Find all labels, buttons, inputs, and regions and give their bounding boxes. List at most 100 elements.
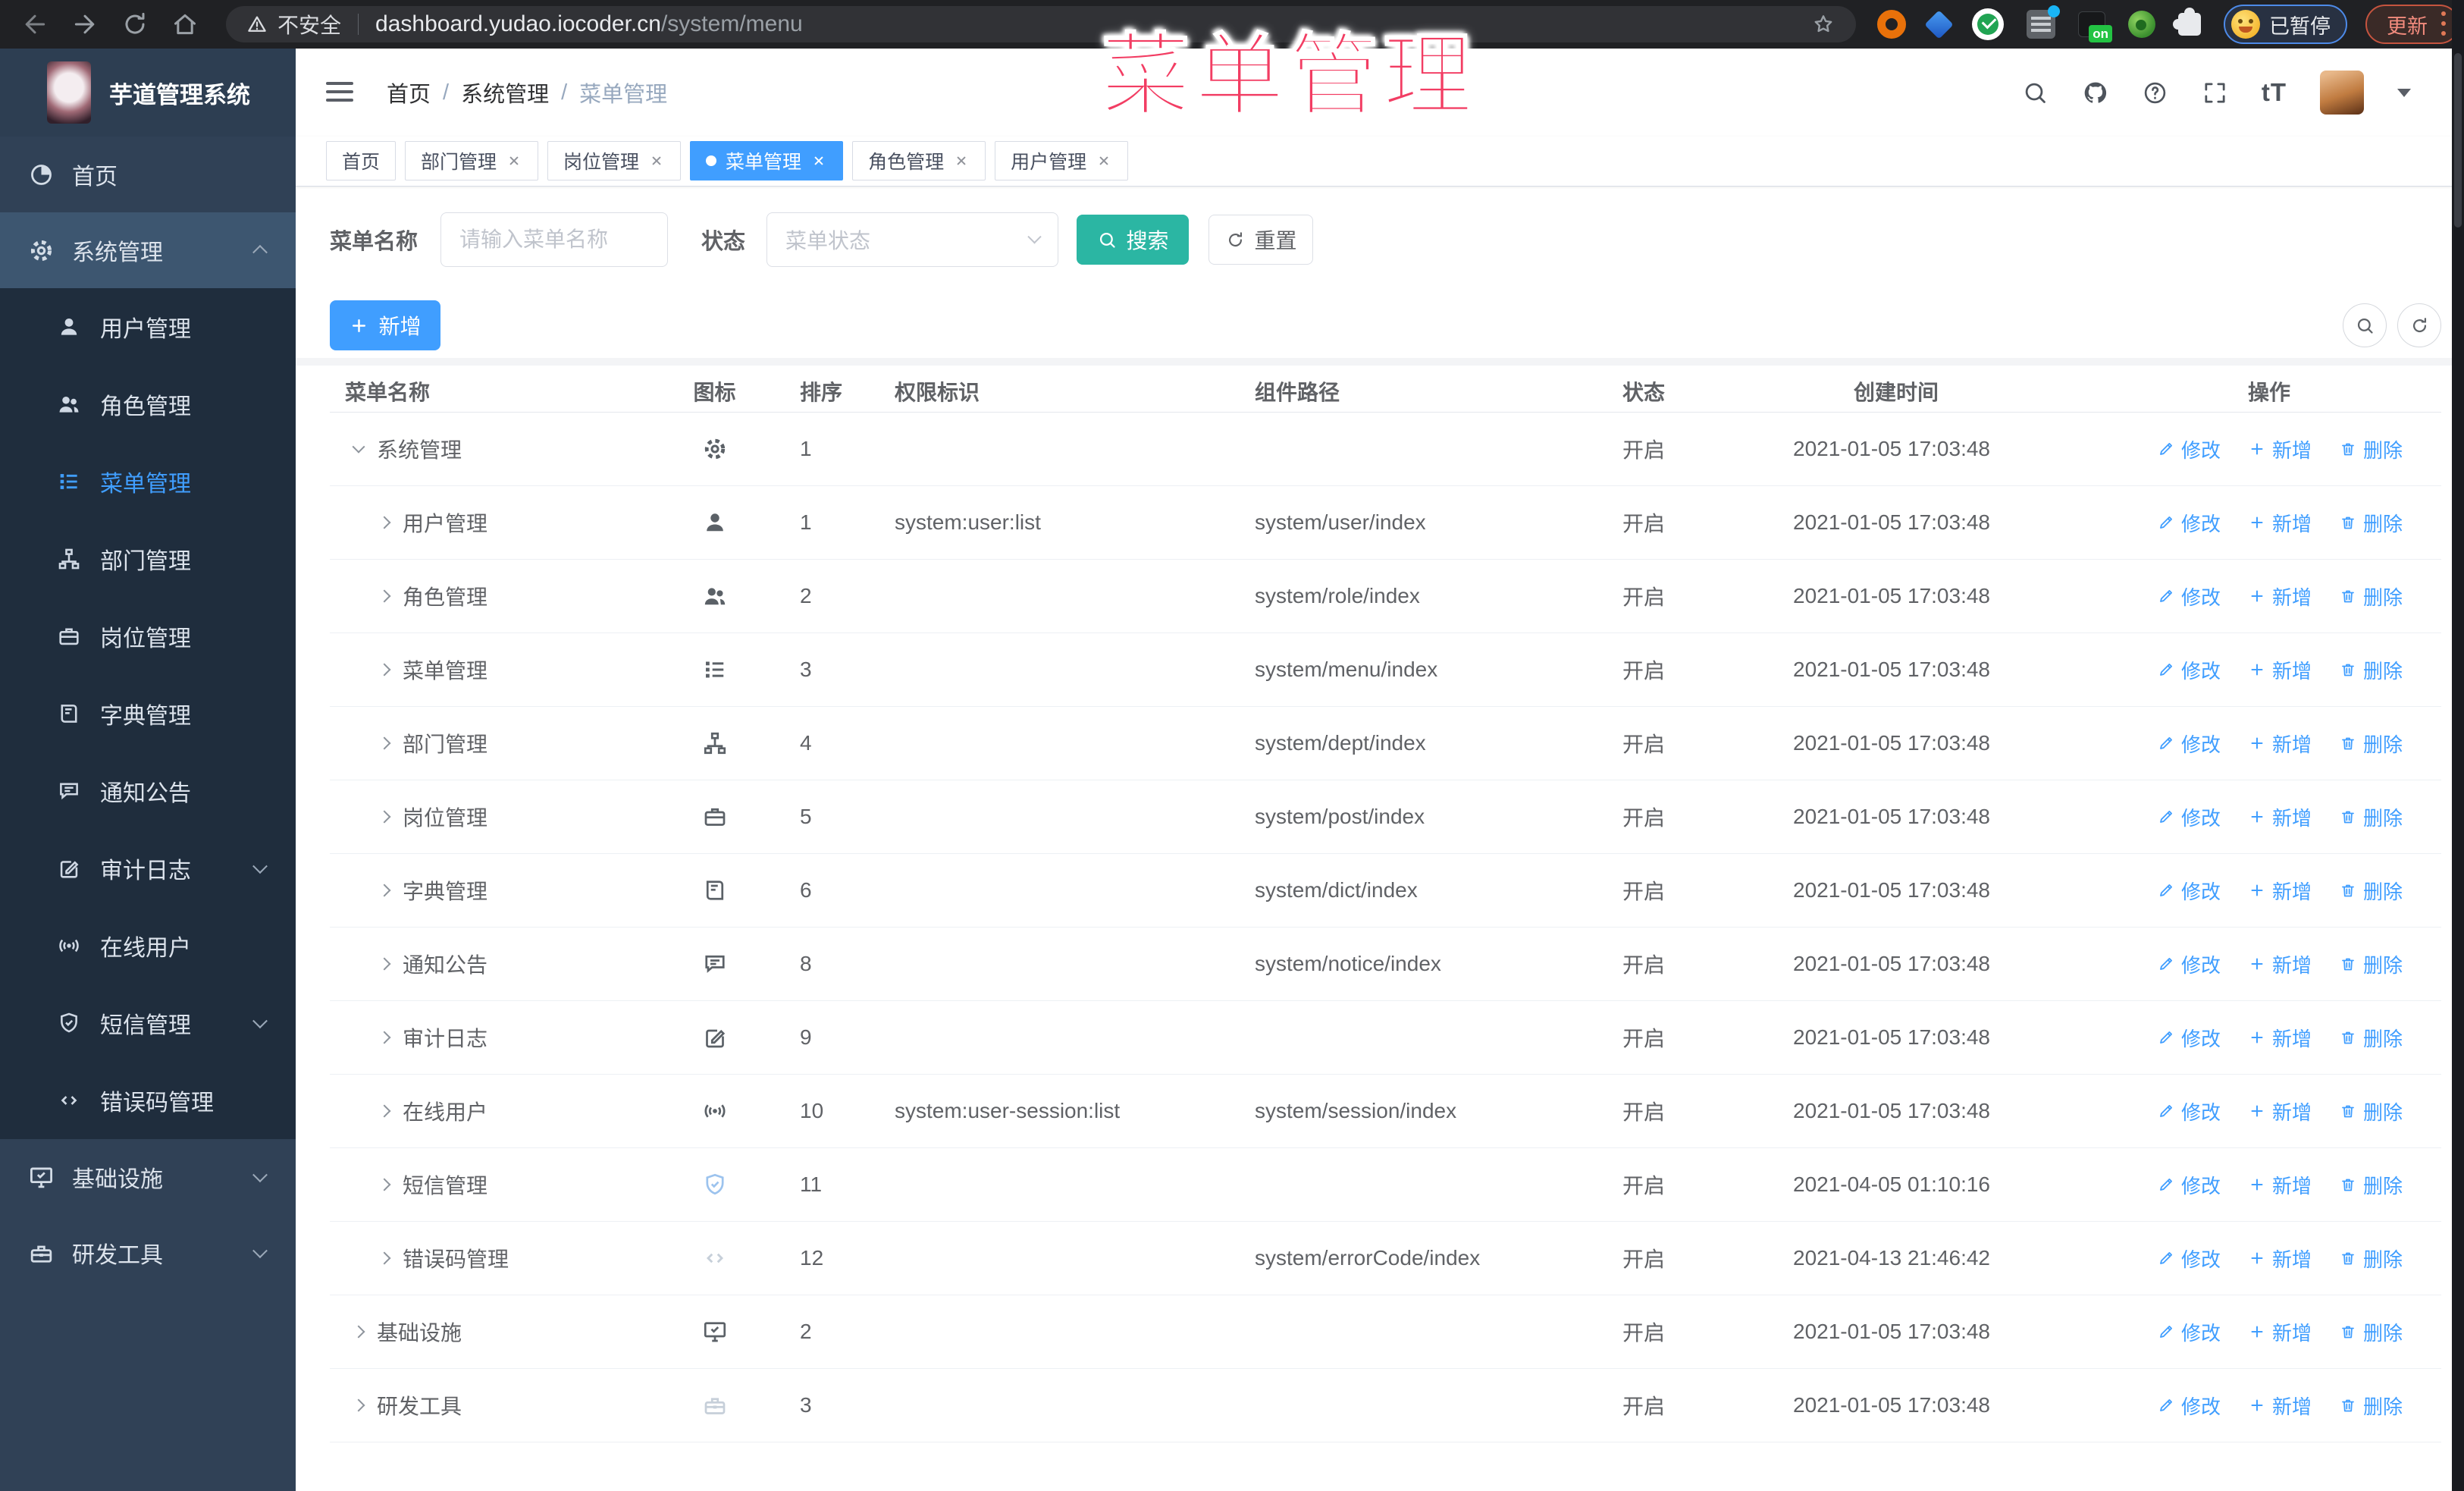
tree-expand-icon[interactable] bbox=[352, 1325, 365, 1339]
browser-home-icon[interactable] bbox=[170, 9, 200, 39]
add-child-link[interactable]: 新增 bbox=[2248, 435, 2312, 463]
tab-close-icon[interactable] bbox=[810, 152, 827, 169]
sidebar-item[interactable]: 基础设施 bbox=[0, 1139, 296, 1215]
page-tab[interactable]: 岗位管理 bbox=[547, 141, 682, 180]
delete-link[interactable]: 删除 bbox=[2339, 730, 2403, 758]
add-child-link[interactable]: 新增 bbox=[2248, 877, 2312, 905]
address-bar[interactable]: 不安全 dashboard.yudao.iocoder.cn /system/m… bbox=[226, 6, 1856, 42]
github-icon[interactable] bbox=[2082, 80, 2108, 106]
add-child-link[interactable]: 新增 bbox=[2248, 656, 2312, 684]
avatar-caret-icon[interactable] bbox=[2397, 88, 2411, 97]
app-logo[interactable]: 芋道管理系统 bbox=[0, 49, 296, 137]
window-scrollbar[interactable] bbox=[2452, 0, 2464, 1491]
font-size-icon[interactable]: tT bbox=[2262, 78, 2287, 107]
delete-link[interactable]: 删除 bbox=[2339, 435, 2403, 463]
delete-link[interactable]: 删除 bbox=[2339, 803, 2403, 831]
edit-link[interactable]: 修改 bbox=[2157, 730, 2221, 758]
add-child-link[interactable]: 新增 bbox=[2248, 803, 2312, 831]
delete-link[interactable]: 删除 bbox=[2339, 877, 2403, 905]
add-child-link[interactable]: 新增 bbox=[2248, 950, 2312, 978]
sidebar-item[interactable]: 用户管理 bbox=[0, 288, 296, 366]
delete-link[interactable]: 删除 bbox=[2339, 1097, 2403, 1125]
sidebar-item[interactable]: 字典管理 bbox=[0, 675, 296, 752]
search-icon[interactable] bbox=[2022, 80, 2049, 106]
sidebar-item[interactable]: 部门管理 bbox=[0, 520, 296, 598]
add-child-link[interactable]: 新增 bbox=[2248, 582, 2312, 611]
add-child-link[interactable]: 新增 bbox=[2248, 1318, 2312, 1346]
sidebar-item[interactable]: 短信管理 bbox=[0, 984, 296, 1062]
delete-link[interactable]: 删除 bbox=[2339, 656, 2403, 684]
extensions-puzzle-icon[interactable] bbox=[2178, 8, 2201, 36]
page-tab[interactable]: 用户管理 bbox=[995, 141, 1129, 180]
tab-close-icon[interactable] bbox=[1096, 152, 1112, 169]
breadcrumb-system[interactable]: 系统管理 bbox=[461, 77, 549, 108]
sidebar-item[interactable]: 错误码管理 bbox=[0, 1062, 296, 1139]
edit-link[interactable]: 修改 bbox=[2157, 1245, 2221, 1273]
tree-expand-icon[interactable] bbox=[352, 440, 365, 454]
tab-close-icon[interactable] bbox=[953, 152, 970, 169]
add-child-link[interactable]: 新增 bbox=[2248, 1171, 2312, 1199]
menu-name-input[interactable] bbox=[440, 212, 669, 267]
extension-diamond-icon[interactable] bbox=[1924, 9, 1954, 39]
delete-link[interactable]: 删除 bbox=[2339, 1245, 2403, 1273]
sidebar-item[interactable]: 首页 bbox=[0, 137, 296, 212]
edit-link[interactable]: 修改 bbox=[2157, 1024, 2221, 1052]
add-child-link[interactable]: 新增 bbox=[2248, 1245, 2312, 1273]
delete-link[interactable]: 删除 bbox=[2339, 1318, 2403, 1346]
edit-link[interactable]: 修改 bbox=[2157, 1097, 2221, 1125]
tree-expand-icon[interactable] bbox=[378, 810, 391, 824]
edit-link[interactable]: 修改 bbox=[2157, 1392, 2221, 1420]
extension-bug-icon[interactable] bbox=[2128, 11, 2155, 38]
delete-link[interactable]: 删除 bbox=[2339, 1392, 2403, 1420]
delete-link[interactable]: 删除 bbox=[2339, 509, 2403, 537]
browser-menu-dots-icon[interactable] bbox=[2441, 11, 2446, 37]
tree-expand-icon[interactable] bbox=[378, 957, 391, 971]
bookmark-star-icon[interactable] bbox=[1810, 11, 1836, 37]
reset-button[interactable]: 重置 bbox=[1208, 215, 1314, 265]
delete-link[interactable]: 删除 bbox=[2339, 1024, 2403, 1052]
tab-close-icon[interactable] bbox=[648, 152, 665, 169]
refresh-table-button[interactable] bbox=[2397, 303, 2441, 347]
sidebar-collapse-icon[interactable] bbox=[326, 81, 353, 104]
delete-link[interactable]: 删除 bbox=[2339, 1171, 2403, 1199]
browser-reload-icon[interactable] bbox=[120, 9, 150, 39]
add-button[interactable]: 新增 bbox=[330, 300, 440, 350]
browser-back-icon[interactable] bbox=[20, 9, 50, 39]
user-avatar[interactable] bbox=[2320, 71, 2364, 115]
sidebar-item[interactable]: 菜单管理 bbox=[0, 443, 296, 520]
tree-expand-icon[interactable] bbox=[378, 1178, 391, 1191]
sidebar-item[interactable]: 通知公告 bbox=[0, 752, 296, 830]
edit-link[interactable]: 修改 bbox=[2157, 656, 2221, 684]
page-tab[interactable]: 首页 bbox=[326, 141, 397, 180]
breadcrumb-home[interactable]: 首页 bbox=[387, 77, 431, 108]
page-tab[interactable]: 菜单管理 bbox=[690, 141, 844, 180]
extension-sliders-icon[interactable] bbox=[2027, 5, 2060, 39]
fullscreen-icon[interactable] bbox=[2202, 80, 2228, 106]
edit-link[interactable]: 修改 bbox=[2157, 803, 2221, 831]
extension-donut-icon[interactable] bbox=[1877, 10, 1906, 39]
sidebar-item[interactable]: 角色管理 bbox=[0, 366, 296, 443]
edit-link[interactable]: 修改 bbox=[2157, 1318, 2221, 1346]
add-child-link[interactable]: 新增 bbox=[2248, 1097, 2312, 1125]
tree-expand-icon[interactable] bbox=[378, 663, 391, 676]
sidebar-item[interactable]: 在线用户 bbox=[0, 907, 296, 984]
edit-link[interactable]: 修改 bbox=[2157, 582, 2221, 611]
tree-expand-icon[interactable] bbox=[378, 884, 391, 897]
delete-link[interactable]: 删除 bbox=[2339, 950, 2403, 978]
tree-expand-icon[interactable] bbox=[378, 1031, 391, 1044]
tree-expand-icon[interactable] bbox=[378, 1251, 391, 1265]
page-tab[interactable]: 角色管理 bbox=[852, 141, 986, 180]
tree-expand-icon[interactable] bbox=[378, 589, 391, 603]
add-child-link[interactable]: 新增 bbox=[2248, 730, 2312, 758]
add-child-link[interactable]: 新增 bbox=[2248, 1392, 2312, 1420]
edit-link[interactable]: 修改 bbox=[2157, 1171, 2221, 1199]
extension-dark-icon[interactable]: on bbox=[2078, 11, 2112, 42]
page-tab[interactable]: 部门管理 bbox=[405, 141, 539, 180]
recording-paused-chip[interactable]: 已暂停 bbox=[2224, 5, 2347, 44]
edit-link[interactable]: 修改 bbox=[2157, 509, 2221, 537]
edit-link[interactable]: 修改 bbox=[2157, 877, 2221, 905]
tree-expand-icon[interactable] bbox=[378, 516, 391, 529]
edit-link[interactable]: 修改 bbox=[2157, 435, 2221, 463]
extension-check-icon[interactable] bbox=[1972, 8, 2004, 40]
sidebar-item[interactable]: 审计日志 bbox=[0, 830, 296, 907]
